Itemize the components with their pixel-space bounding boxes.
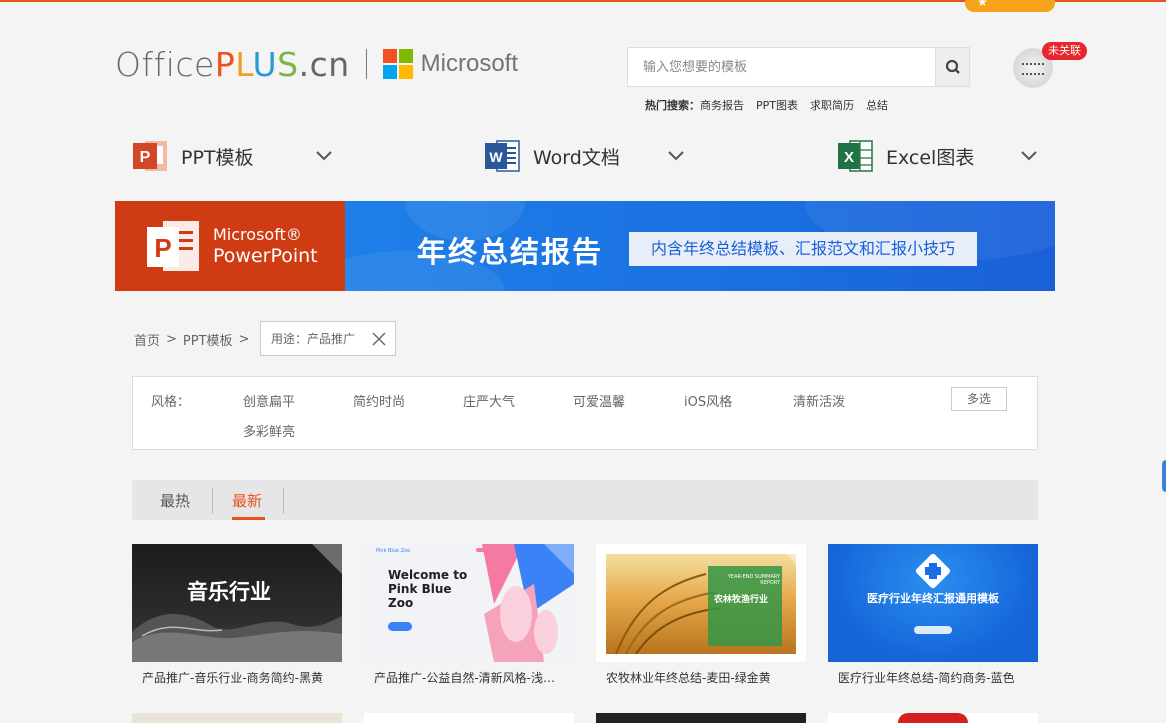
hot-search-link[interactable]: 总结 <box>866 97 888 113</box>
avatar-image <box>1022 63 1044 75</box>
chevron-down-icon[interactable] <box>668 150 684 162</box>
banner-content: 年终总结报告 内含年终总结模板、汇报范文和汇报小技巧 <box>345 201 1055 291</box>
premium-corner-icon <box>312 544 342 574</box>
template-thumbnail: 音乐行业 <box>132 544 342 662</box>
category-label: Excel图表 <box>886 146 975 169</box>
site-logo[interactable]: OfficePLUS.cn Microsoft <box>115 44 518 84</box>
template-title[interactable]: 农牧林业年终总结-麦田-绿金黄 <box>596 669 796 686</box>
hot-search: 热门搜索： 商务报告 PPT图表 求职简历 总结 <box>645 97 888 113</box>
close-icon[interactable] <box>372 332 386 346</box>
banner-title: 年终总结报告 <box>417 235 604 269</box>
powerpoint-icon-letter: P <box>140 149 151 166</box>
template-title[interactable]: 产品推广-音乐行业-商务简约-黑黄 <box>132 669 332 686</box>
premium-corner-icon <box>544 544 574 574</box>
microsoft-wordmark: Microsoft <box>420 50 519 77</box>
style-option[interactable]: 庄严大气 <box>463 391 515 410</box>
template-card-partial[interactable] <box>596 713 806 723</box>
thumbnail-title: Welcome to Pink Blue Zoo <box>388 568 468 610</box>
search-bar <box>627 47 970 87</box>
category-excel[interactable]: X Excel图表 <box>838 136 974 176</box>
search-input[interactable] <box>628 48 935 86</box>
style-option[interactable]: 多彩鲜亮 <box>243 421 295 440</box>
tab-divider <box>212 488 213 514</box>
template-thumbnail: 医疗行业年终汇报通用模板 <box>828 544 1038 662</box>
search-button[interactable] <box>935 48 969 86</box>
tab-new[interactable]: 最新 <box>232 490 262 511</box>
search-icon <box>945 59 960 74</box>
hot-search-link[interactable]: 商务报告 <box>700 97 744 113</box>
banner-subtitle: 内含年终总结模板、汇报范文和汇报小技巧 <box>629 232 977 266</box>
style-option[interactable]: 可爱温馨 <box>573 391 625 410</box>
word-icon-letter: W <box>489 149 503 165</box>
breadcrumb-separator: > <box>238 332 250 347</box>
breadcrumb-separator: > <box>166 332 177 347</box>
style-option[interactable]: 清新活泼 <box>793 391 845 410</box>
account-status-badge[interactable]: 未关联 <box>1042 42 1087 60</box>
style-filter-label: 风格： <box>151 395 191 410</box>
powerpoint-brand-panel: P Microsoft® PowerPoint <box>115 201 345 291</box>
template-card-partial[interactable] <box>132 713 342 723</box>
style-option[interactable]: iOS风格 <box>684 391 732 410</box>
microsoft-logo-icon <box>382 49 413 79</box>
thumbnail-title: 音乐行业 <box>187 580 271 604</box>
excel-icon: X <box>838 138 874 174</box>
hot-search-link[interactable]: PPT图表 <box>756 97 798 113</box>
breadcrumb-ppt[interactable]: PPT模板 <box>183 330 233 349</box>
side-feedback-tab[interactable] <box>1162 460 1166 492</box>
brand-line-1: Microsoft® <box>213 225 302 244</box>
template-card[interactable]: 医疗行业年终汇报通用模板 医疗行业年终总结-简约商务-蓝色 <box>828 544 1038 686</box>
multi-select-button[interactable]: 多选 <box>951 387 1007 411</box>
template-card[interactable]: Pink Blue Zoo Welcome to Pink Blue Zoo 产… <box>364 544 574 686</box>
logo-divider <box>365 49 367 79</box>
template-thumbnail: Pink Blue Zoo Welcome to Pink Blue Zoo <box>364 544 574 662</box>
template-title[interactable]: 医疗行业年终总结-简约商务-蓝色 <box>828 669 1028 686</box>
category-label: PPT模板 <box>181 146 254 169</box>
thumbnail-title: 农林牧渔行业 <box>714 595 769 605</box>
word-icon: W <box>485 138 521 174</box>
style-filter-panel: 风格： 创意扁平 简约时尚 庄严大气 可爱温馨 iOS风格 清新活泼 多彩鲜亮 … <box>132 376 1038 450</box>
active-filter-label: 用途：产品推广 <box>271 332 356 346</box>
star-icon: ★ <box>977 0 988 9</box>
excel-icon-letter: X <box>844 149 854 166</box>
tab-divider <box>283 488 284 514</box>
thumbnail-kicker: YEAR-END SUMMARY REPORT <box>727 574 780 586</box>
hot-search-link[interactable]: 求职简历 <box>810 97 854 113</box>
powerpoint-icon: P <box>133 138 169 174</box>
tab-hot[interactable]: 最热 <box>160 490 190 511</box>
chevron-down-icon[interactable] <box>1021 150 1037 162</box>
breadcrumb-home[interactable]: 首页 <box>134 330 160 349</box>
brand-line-2: PowerPoint <box>213 245 318 267</box>
category-word[interactable]: W Word文档 <box>485 136 620 176</box>
premium-corner-icon <box>776 544 806 574</box>
style-option[interactable]: 简约时尚 <box>353 391 405 410</box>
promo-banner[interactable]: P Microsoft® PowerPoint 年终总结报告 内含年终总结模板、… <box>115 201 1055 291</box>
thumbnail-title: 医疗行业年终汇报通用模板 <box>867 592 999 605</box>
template-thumbnail: YEAR-END SUMMARY REPORT 农林牧渔行业 <box>596 544 806 662</box>
category-label: Word文档 <box>533 146 620 169</box>
top-favorite-badge[interactable]: ★ <box>965 0 1055 12</box>
template-card[interactable]: YEAR-END SUMMARY REPORT 农林牧渔行业 农牧林业年终总结-… <box>596 544 806 686</box>
template-title[interactable]: 产品推广-公益自然-清新风格-浅粉... <box>364 669 564 686</box>
breadcrumb: 首页 > PPT模板 > <box>134 330 249 349</box>
active-tab-indicator <box>232 517 265 520</box>
template-card-partial[interactable] <box>828 713 1038 723</box>
sort-tabs: 最热 最新 <box>132 480 1038 520</box>
active-filter-tag: 用途：产品推广 <box>260 321 396 356</box>
powerpoint-logo-letter: P <box>154 233 171 263</box>
thumbnail-brand: Pink Blue Zoo <box>376 548 411 554</box>
template-card[interactable]: 音乐行业 产品推广-音乐行业-商务简约-黑黄 <box>132 544 342 686</box>
officeplus-wordmark: OfficePLUS.cn <box>115 44 350 84</box>
style-option[interactable]: 创意扁平 <box>243 391 295 410</box>
hot-search-label: 热门搜索： <box>645 99 700 112</box>
red-shape <box>898 713 968 723</box>
chevron-down-icon[interactable] <box>316 150 332 162</box>
powerpoint-logo-icon: P <box>147 219 201 273</box>
category-ppt[interactable]: P PPT模板 <box>133 136 254 176</box>
template-card-partial[interactable] <box>364 713 574 723</box>
